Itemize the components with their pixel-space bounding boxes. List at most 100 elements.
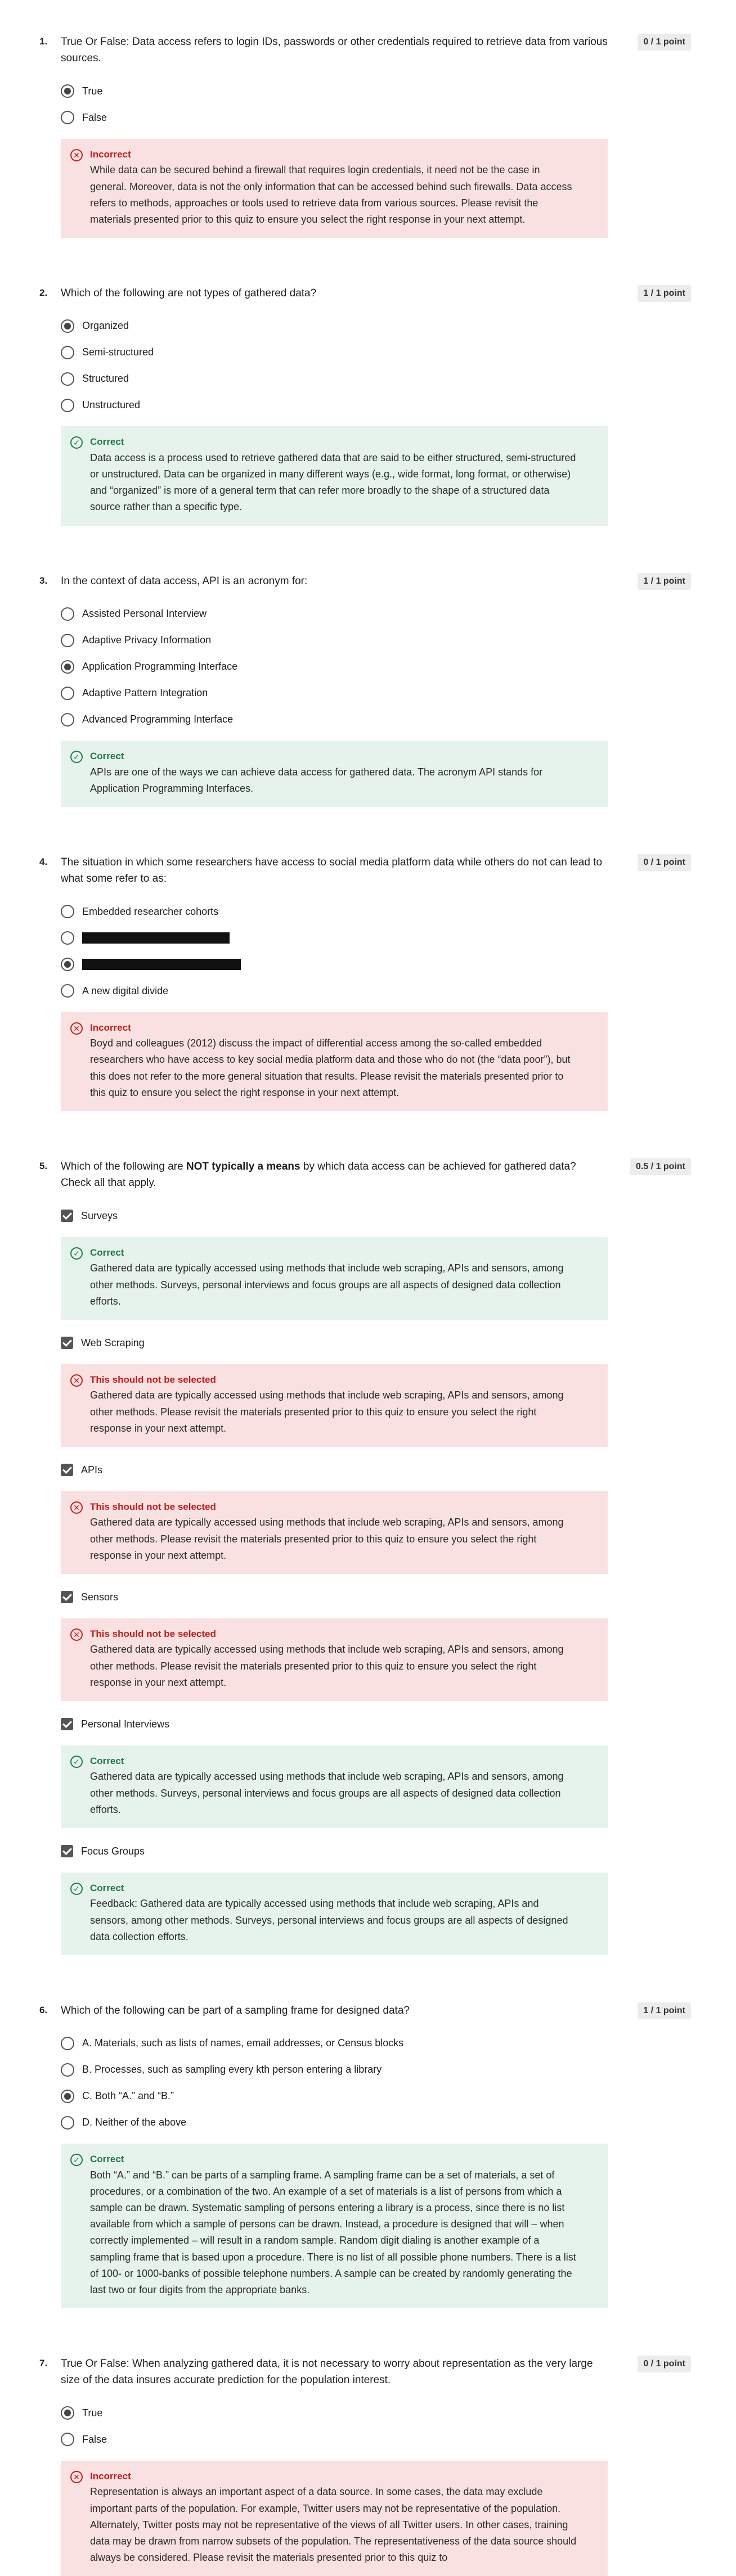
feedback-correct: ✓ Correct Gathered data are typically ac… xyxy=(61,1745,608,1828)
option-label: Web Scraping xyxy=(81,1337,145,1348)
option-unstructured[interactable]: Unstructured xyxy=(61,392,691,418)
radio-selected[interactable] xyxy=(61,319,74,333)
option-d[interactable]: D. Neither of the above xyxy=(61,2109,691,2136)
feedback-correct: ✓ Correct Feedback: Gathered data are ty… xyxy=(61,1872,608,1955)
option-embedded-researcher-cohorts[interactable]: Embedded researcher cohorts xyxy=(61,899,691,925)
radio[interactable] xyxy=(61,2036,74,2050)
option-b[interactable]: B. Processes, such as sampling every kth… xyxy=(61,2056,691,2083)
question-number: 6. xyxy=(39,2004,48,2015)
radio[interactable] xyxy=(61,633,74,647)
radio[interactable] xyxy=(61,905,74,919)
radio[interactable] xyxy=(61,2115,74,2130)
feedback-status: Correct xyxy=(90,1882,124,1893)
option-label: APIs xyxy=(81,1464,103,1476)
radio[interactable] xyxy=(61,111,74,125)
option-redacted-1[interactable] xyxy=(61,925,691,951)
radio-selected[interactable] xyxy=(61,2089,74,2103)
option-assisted-personal-interview[interactable]: Assisted Personal Interview xyxy=(61,601,691,627)
checkbox-option-sensors[interactable]: Sensors xyxy=(61,1584,691,1610)
option-label: Structured xyxy=(82,373,129,385)
radio-selected[interactable] xyxy=(61,2406,74,2420)
question-text: In the context of data access, API is an… xyxy=(61,575,308,587)
feedback-status: Correct xyxy=(90,2154,124,2165)
option-adaptive-privacy-information[interactable]: Adaptive Privacy Information xyxy=(61,627,691,653)
score-badge: 1 / 1 point xyxy=(638,572,691,590)
question-text: True Or False: When analyzing gathered d… xyxy=(61,2358,593,2386)
option-adaptive-pattern-integration[interactable]: Adaptive Pattern Integration xyxy=(61,680,691,706)
option-label: True xyxy=(82,85,103,97)
question-text: The situation in which some researchers … xyxy=(61,856,603,885)
radio[interactable] xyxy=(61,984,74,998)
feedback-correct: ✓ Correct Both “A.” and “B.” can be part… xyxy=(61,2144,608,2309)
check-circle-icon: ✓ xyxy=(70,1755,83,1768)
feedback-status: Correct xyxy=(90,1247,124,1258)
option-semi-structured[interactable]: Semi-structured xyxy=(61,339,691,366)
option-false[interactable]: False xyxy=(61,2426,691,2453)
radio[interactable] xyxy=(61,2433,74,2447)
question-text: Which of the following are not types of … xyxy=(61,287,317,300)
radio[interactable] xyxy=(61,345,74,359)
checkbox-option-surveys[interactable]: Surveys xyxy=(61,1203,691,1229)
checkbox-option-apis[interactable]: APIs xyxy=(61,1457,691,1483)
radio[interactable] xyxy=(61,398,74,412)
checkbox-option-web-scraping[interactable]: Web Scraping xyxy=(61,1330,691,1356)
x-circle-icon: ✕ xyxy=(70,1022,83,1035)
option-organized[interactable]: Organized xyxy=(61,313,691,339)
checkbox-checked[interactable] xyxy=(61,1337,73,1350)
option-redacted-2[interactable] xyxy=(61,951,691,978)
feedback-status: Correct xyxy=(90,436,124,448)
radio[interactable] xyxy=(61,372,74,386)
checkbox-option-personal-interviews[interactable]: Personal Interviews xyxy=(61,1711,691,1738)
checkbox-checked[interactable] xyxy=(61,1210,73,1222)
option-false[interactable]: False xyxy=(61,105,691,131)
option-label: C. Both “A.” and “B.” xyxy=(82,2090,174,2102)
score-badge: 1 / 1 point xyxy=(638,2002,691,2019)
radio[interactable] xyxy=(61,686,74,700)
option-structured[interactable]: Structured xyxy=(61,366,691,392)
feedback-incorrect: ✕ Incorrect Boyd and colleagues (2012) d… xyxy=(61,1012,608,1111)
score-badge: 1 / 1 point xyxy=(638,285,691,303)
option-a[interactable]: A. Materials, such as lists of names, em… xyxy=(61,2030,691,2056)
feedback-status: Correct xyxy=(90,751,124,762)
question-6: 6. Which of the following can be part of… xyxy=(0,2002,736,2309)
radio-selected[interactable] xyxy=(61,958,74,972)
checkbox-checked[interactable] xyxy=(61,1718,73,1731)
feedback-body: Gathered data are typically accessed usi… xyxy=(90,1517,564,1561)
radio-selected[interactable] xyxy=(61,84,74,98)
option-label: Unstructured xyxy=(82,399,141,411)
option-label: Advanced Programming Interface xyxy=(82,714,234,725)
question-number: 4. xyxy=(39,856,48,867)
radio-selected[interactable] xyxy=(61,660,74,674)
feedback-body: APIs are one of the ways we can achieve … xyxy=(90,766,543,794)
question-number: 7. xyxy=(39,2358,48,2369)
option-true[interactable]: True xyxy=(61,2400,691,2426)
option-application-programming-interface[interactable]: Application Programming Interface xyxy=(61,653,691,680)
feedback-status: This should not be selected xyxy=(90,1501,216,1512)
question-5: 5. Which of the following are NOT typica… xyxy=(0,1158,736,1955)
feedback-status: Correct xyxy=(90,1755,124,1766)
option-label: Adaptive Privacy Information xyxy=(82,634,212,646)
radio[interactable] xyxy=(61,931,74,945)
option-advanced-programming-interface[interactable]: Advanced Programming Interface xyxy=(61,706,691,733)
option-new-digital-divide[interactable]: A new digital divide xyxy=(61,978,691,1004)
feedback-incorrect: ✕ Incorrect Representation is always an … xyxy=(61,2460,608,2576)
checkbox-checked[interactable] xyxy=(61,1845,73,1858)
question-2: 2. Which of the following are not types … xyxy=(0,285,736,526)
feedback-status: This should not be selected xyxy=(90,1628,216,1639)
checkbox-checked[interactable] xyxy=(61,1464,73,1477)
radio[interactable] xyxy=(61,2063,74,2077)
x-circle-icon: ✕ xyxy=(70,1628,83,1641)
checkbox-option-focus-groups[interactable]: Focus Groups xyxy=(61,1838,691,1865)
check-circle-icon: ✓ xyxy=(70,1247,83,1260)
radio[interactable] xyxy=(61,607,74,621)
radio[interactable] xyxy=(61,712,74,727)
checkbox-checked[interactable] xyxy=(61,1591,73,1604)
option-c[interactable]: C. Both “A.” and “B.” xyxy=(61,2083,691,2109)
feedback-body: While data can be secured behind a firew… xyxy=(90,164,572,225)
option-label: B. Processes, such as sampling every kth… xyxy=(82,2064,382,2076)
score-badge: 0.5 / 1 point xyxy=(630,1158,691,1175)
check-circle-icon: ✓ xyxy=(70,1882,83,1895)
feedback-body: Gathered data are typically accessed usi… xyxy=(90,1262,564,1307)
option-label: Embedded researcher cohorts xyxy=(82,905,219,917)
option-true[interactable]: True xyxy=(61,78,691,105)
